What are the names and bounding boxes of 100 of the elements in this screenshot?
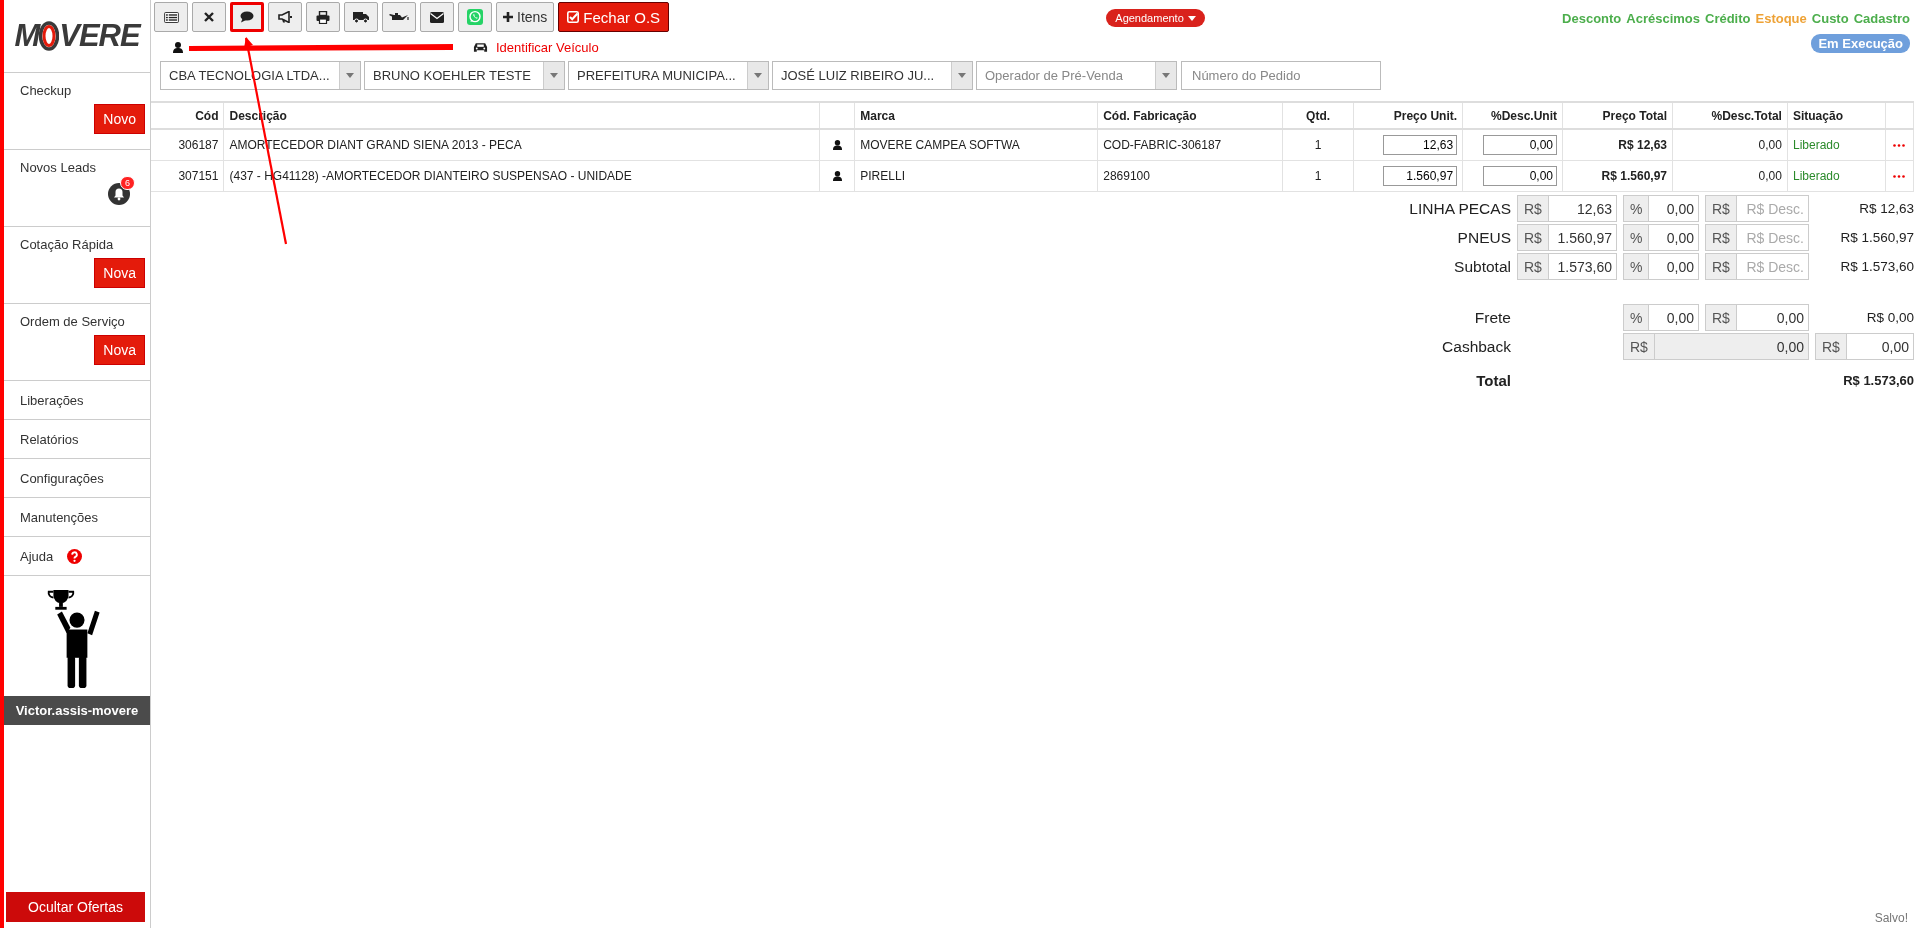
user-icon — [173, 41, 183, 53]
column-header: Cód — [151, 102, 224, 129]
unit-price-field[interactable]: 1.560,97 — [1383, 166, 1458, 186]
toolbar-icon-button[interactable] — [420, 2, 454, 32]
unit-price-field[interactable]: 12,63 — [1383, 135, 1458, 155]
table-cell: R$ 12,63 — [1562, 129, 1673, 161]
totals-value: R$ 12,63 — [1859, 201, 1914, 216]
field-prefix: % — [1624, 225, 1650, 250]
select-field[interactable]: PREFEITURA MUNICIPA... — [568, 61, 769, 90]
toolbar-icon-button[interactable] — [382, 2, 416, 32]
sidebar-item[interactable]: Checkup Novo — [4, 73, 150, 150]
column-header: Cód. Fabricação — [1097, 102, 1283, 129]
input-group[interactable]: % 0,00 — [1623, 304, 1699, 331]
toolbar-icon-button[interactable] — [306, 2, 340, 32]
column-header: Preço Unit. — [1353, 102, 1463, 129]
toolbar-icon-button[interactable] — [192, 2, 226, 32]
caret-icon — [1162, 73, 1170, 78]
hide-offers-button[interactable]: Ocultar Ofertas — [6, 892, 145, 922]
form-icon — [163, 11, 179, 23]
help-icon — [67, 548, 83, 564]
select-field[interactable]: Operador de Pré-Venda — [976, 61, 1177, 90]
toolbar-button[interactable]: Fechar O.S — [558, 2, 670, 32]
totals-label: LINHA PECAS — [1409, 199, 1511, 218]
column-header: Situação — [1787, 102, 1886, 129]
totals-value: R$ 0,00 — [1866, 310, 1914, 325]
input-group[interactable]: R$ 1.560,97 — [1517, 224, 1617, 251]
table-cell: 1 — [1282, 160, 1354, 192]
user-name: Victor.assis-movere — [4, 696, 150, 725]
input-group[interactable]: R$ R$ Desc. — [1705, 224, 1809, 251]
totals-value: R$ 1.573,60 — [1843, 373, 1914, 388]
megaphone-icon — [278, 11, 292, 23]
select-field[interactable]: BRUNO KOEHLER TESTE — [364, 61, 565, 90]
sidebar-item[interactable]: Relatórios — [4, 420, 150, 459]
toolbar-button[interactable]: Itens — [496, 2, 555, 32]
caret-icon — [550, 73, 558, 78]
input-group[interactable]: R$ R$ Desc. — [1705, 195, 1809, 222]
input-group[interactable]: % 0,00 — [1623, 253, 1699, 280]
totals-label: Total — [1476, 372, 1511, 389]
user-icon — [832, 171, 842, 181]
totals-label: Cashback — [1442, 337, 1511, 356]
discount-field[interactable]: 0,00 — [1483, 135, 1558, 155]
input-group[interactable]: R$ 0,00 — [1705, 304, 1809, 331]
table-cell: 2869100 — [1097, 160, 1283, 192]
input-group[interactable]: R$ R$ Desc. — [1705, 253, 1809, 280]
field-prefix: % — [1624, 305, 1650, 330]
more-icon[interactable] — [1893, 174, 1906, 178]
caret-icon — [958, 73, 966, 78]
column-header: Marca — [854, 102, 1098, 129]
sidebar-item[interactable]: Liberações — [4, 381, 150, 420]
check-square-icon — [567, 11, 580, 23]
user-icon — [832, 140, 842, 150]
caret-icon — [1187, 15, 1196, 21]
caret-icon — [754, 73, 762, 78]
column-header: Qtd. — [1282, 102, 1354, 129]
envelope-icon — [430, 11, 444, 23]
field-prefix: % — [1624, 254, 1650, 279]
more-icon[interactable] — [1893, 143, 1906, 147]
table-cell: 0,00 — [1672, 129, 1788, 161]
toolbar-icon-button[interactable] — [230, 2, 264, 32]
table-cell: 307151 — [151, 160, 224, 192]
table-cell: 1 — [1282, 129, 1354, 161]
input-group[interactable]: R$ 12,63 — [1517, 195, 1617, 222]
car-icon — [473, 41, 488, 53]
toolbar-icon-button[interactable] — [268, 2, 302, 32]
order-number-field[interactable]: Número do Pedido — [1181, 61, 1381, 90]
caret-icon — [346, 73, 354, 78]
sidebar-item[interactable]: Ordem de Serviço Nova — [4, 304, 150, 381]
table-cell: PIRELLI — [854, 160, 1098, 192]
input-group[interactable]: % 0,00 — [1623, 195, 1699, 222]
schedule-button[interactable]: Agendamento — [1106, 9, 1205, 27]
totals-value: R$ 1.560,97 — [1840, 230, 1914, 245]
new-button[interactable]: Nova — [94, 335, 145, 365]
table-cell: MOVERE CAMPEA SOFTWA — [854, 129, 1098, 161]
input-group[interactable]: R$ 1.573,60 — [1517, 253, 1617, 280]
column-header: %Desc.Total — [1672, 102, 1788, 129]
table-cell: R$ 1.560,97 — [1562, 160, 1673, 192]
identify-vehicle-link[interactable]: Identificar Veículo — [496, 39, 599, 55]
new-button[interactable]: Nova — [94, 258, 145, 288]
sidebar-item[interactable]: Ajuda — [4, 537, 150, 576]
speech-bubble-icon — [240, 11, 254, 23]
table-cell: 0,00 — [1672, 160, 1788, 192]
toolbar-icon-button[interactable] — [344, 2, 378, 32]
discount-field[interactable]: 0,00 — [1483, 166, 1558, 186]
sidebar-item[interactable]: Manutenções — [4, 498, 150, 537]
field-prefix: R$ — [1816, 334, 1847, 359]
sidebar-item[interactable]: Novos Leads 6 — [4, 150, 150, 227]
totals-value: R$ 1.573,60 — [1840, 259, 1914, 274]
table-cell: 306187 — [151, 129, 224, 161]
toolbar-icon-button[interactable] — [154, 2, 188, 32]
tire-icon — [39, 21, 60, 51]
field-prefix: R$ — [1706, 254, 1737, 279]
select-field[interactable]: JOSÉ LUIZ RIBEIRO JU... — [772, 61, 973, 90]
field-prefix: % — [1624, 196, 1650, 221]
input-group[interactable]: R$ 0,00 — [1815, 333, 1914, 360]
sidebar-item[interactable]: Configurações — [4, 459, 150, 498]
new-button[interactable]: Novo — [94, 104, 145, 134]
input-group[interactable]: % 0,00 — [1623, 224, 1699, 251]
sidebar-item[interactable]: Cotação Rápida Nova — [4, 227, 150, 304]
logo: M VERE — [14, 18, 140, 54]
plus-icon — [503, 12, 513, 22]
